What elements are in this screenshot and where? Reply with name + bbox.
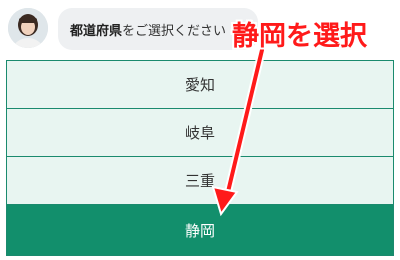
prefecture-options: 愛知 岐阜 三重 静岡 [6,60,394,256]
option-mie[interactable]: 三重 [7,157,393,205]
chat-bubble: 都道府県 をご選択ください [58,8,258,50]
option-shizuoka[interactable]: 静岡 [7,205,393,255]
prompt-bold: 都道府県 [70,23,123,39]
annotation-label: 静岡を選択 [232,21,367,52]
prompt-text: をご選択ください [122,23,227,39]
avatar [8,8,48,48]
option-aichi[interactable]: 愛知 [7,61,393,109]
option-gifu[interactable]: 岐阜 [7,109,393,157]
